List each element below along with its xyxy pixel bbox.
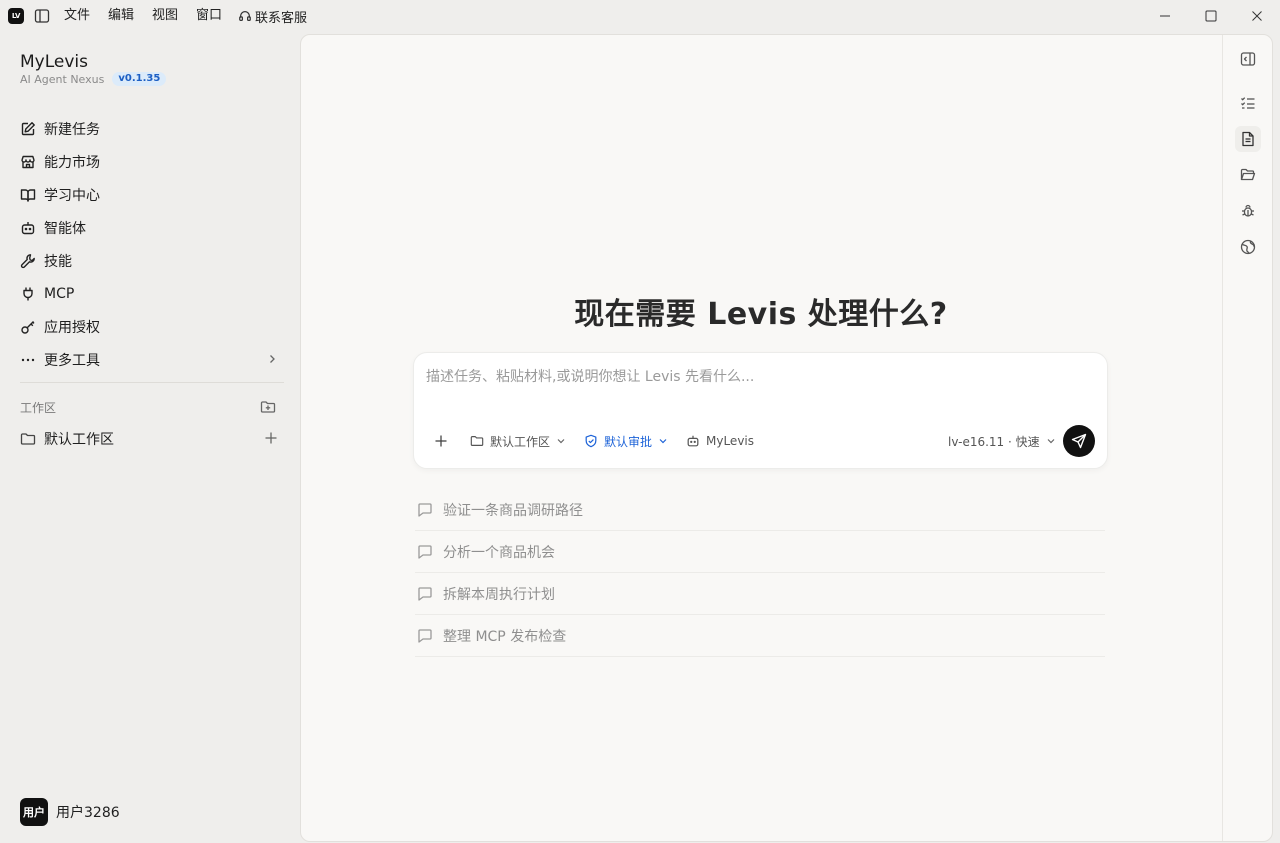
chat-bubble-icon — [417, 586, 433, 602]
menu-view[interactable]: 视图 — [152, 7, 178, 25]
document-icon[interactable] — [1235, 126, 1261, 152]
send-icon — [1071, 433, 1087, 449]
composer-controls: 默认工作区 默认审批 MyLevis lv-e16.11 · 快速 — [414, 429, 1107, 453]
suggestion-item[interactable]: 分析一个商品机会 — [415, 531, 1105, 573]
sidebar-item-label: 更多工具 — [44, 352, 100, 369]
menu-edit[interactable]: 编辑 — [108, 7, 134, 25]
chevron-right-icon — [266, 353, 278, 365]
agent-select[interactable]: MyLevis — [686, 429, 754, 453]
store-icon — [20, 154, 36, 170]
app-logo: LV — [8, 8, 24, 24]
edit-icon — [20, 121, 36, 137]
suggestion-label: 分析一个商品机会 — [443, 544, 555, 561]
brand-subtitle: AI Agent Nexus — [20, 72, 105, 86]
brand-name: MyLevis — [20, 52, 88, 72]
sidebar-item-mcp[interactable]: MCP — [12, 277, 288, 310]
suggestion-item[interactable]: 整理 MCP 发布检查 — [415, 615, 1105, 657]
more-icon — [20, 352, 36, 368]
version-badge: v0.1.35 — [112, 72, 167, 86]
sidebar-item-label: 新建任务 — [44, 121, 100, 138]
suggestion-label: 验证一条商品调研路径 — [443, 502, 583, 519]
right-rail — [1222, 35, 1272, 841]
chat-bubble-icon — [417, 544, 433, 560]
close-button[interactable] — [1234, 0, 1280, 32]
sidebar-item-label: 学习中心 — [44, 187, 100, 204]
plus-icon[interactable] — [264, 431, 278, 445]
menu-window[interactable]: 窗口 — [196, 7, 222, 25]
bot-icon — [686, 434, 700, 448]
chat-bubble-icon — [417, 502, 433, 518]
shield-check-icon — [584, 434, 598, 448]
sidebar-item-agents[interactable]: 智能体 — [12, 211, 288, 244]
collapse-panel-icon[interactable] — [1235, 46, 1261, 72]
folder-open-icon[interactable] — [1235, 162, 1261, 188]
bot-icon — [20, 220, 36, 236]
avatar: 用户 — [20, 798, 48, 826]
suggestion-label: 拆解本周执行计划 — [443, 586, 555, 603]
brand-subtitle-row: AI Agent Nexus v0.1.35 — [20, 72, 167, 86]
sidebar-divider — [20, 382, 284, 383]
suggestion-list: 验证一条商品调研路径 分析一个商品机会 拆解本周执行计划 整理 MCP 发布检查 — [415, 489, 1105, 657]
suggestion-item[interactable]: 拆解本周执行计划 — [415, 573, 1105, 615]
task-input[interactable] — [426, 365, 1086, 389]
sidebar-nav: 新建任务 能力市场 学习中心 智能体 技能 MCP 应用授权 更多工具 — [12, 112, 288, 376]
workspace-section-header: 工作区 — [20, 398, 280, 416]
workspace-item-label: 默认工作区 — [44, 432, 114, 448]
checklist-icon[interactable] — [1235, 90, 1261, 116]
sidebar-item-label: MCP — [44, 285, 75, 302]
composer: 默认工作区 默认审批 MyLevis — [413, 352, 1108, 469]
sidebar-item-label: 能力市场 — [44, 154, 100, 171]
menu-support[interactable]: 联系客服 — [238, 7, 308, 26]
title-bar: LV 文件 编辑 视图 窗口 联系客服 — [0, 0, 1280, 32]
sidebar-item-skills[interactable]: 技能 — [12, 244, 288, 277]
workspace-item-default[interactable]: 默认工作区 — [20, 430, 284, 448]
sidebar-item-label: 应用授权 — [44, 319, 100, 336]
menu-file[interactable]: 文件 — [64, 7, 90, 25]
add-attachment-button[interactable] — [434, 429, 448, 453]
sidebar-item-more-tools[interactable]: 更多工具 — [12, 343, 288, 376]
send-button[interactable] — [1063, 425, 1095, 457]
maximize-button[interactable] — [1188, 0, 1234, 32]
sidebar-item-label: 技能 — [44, 253, 72, 270]
main-panel: 现在需要 Levis 处理什么? 默认工作区 — [300, 34, 1273, 842]
sidebar-item-new-task[interactable]: 新建任务 — [12, 112, 288, 145]
chat-bubble-icon — [417, 628, 433, 644]
agent-select-label: MyLevis — [706, 434, 754, 448]
plus-icon — [434, 434, 448, 448]
chevron-down-icon — [556, 436, 566, 446]
add-folder-icon[interactable] — [260, 399, 276, 415]
globe-icon[interactable] — [1235, 234, 1261, 260]
workspace-select[interactable]: 默认工作区 — [470, 429, 566, 453]
chevron-down-icon — [658, 436, 668, 446]
minimize-button[interactable] — [1142, 0, 1188, 32]
model-select-label: lv-e16.11 · 快速 — [948, 434, 1040, 449]
support-label: 联系客服 — [255, 10, 308, 26]
suggestion-label: 整理 MCP 发布检查 — [443, 628, 567, 645]
sidebar-item-label: 智能体 — [44, 220, 86, 237]
sidebar: MyLevis AI Agent Nexus v0.1.35 新建任务 能力市场… — [0, 32, 300, 843]
approval-select[interactable]: 默认审批 — [584, 429, 668, 453]
sidebar-toggle-icon[interactable] — [34, 8, 50, 24]
headset-icon — [238, 9, 252, 23]
model-select[interactable]: lv-e16.11 · 快速 — [948, 429, 1056, 453]
folder-icon — [470, 434, 484, 448]
plug-icon — [20, 286, 36, 302]
workspace-select-label: 默认工作区 — [490, 434, 551, 449]
approval-select-label: 默认审批 — [604, 434, 653, 449]
suggestion-item[interactable]: 验证一条商品调研路径 — [415, 489, 1105, 531]
sidebar-item-learning[interactable]: 学习中心 — [12, 178, 288, 211]
sidebar-item-marketplace[interactable]: 能力市场 — [12, 145, 288, 178]
chevron-down-icon — [1046, 436, 1056, 446]
page-title: 现在需要 Levis 处理什么? — [574, 297, 948, 332]
user-name: 用户3286 — [56, 805, 120, 821]
folder-icon — [20, 431, 36, 447]
wrench-icon — [20, 253, 36, 269]
user-profile[interactable]: 用户 用户3286 — [20, 798, 120, 826]
key-icon — [20, 319, 36, 335]
workspace-section-title: 工作区 — [20, 400, 57, 415]
bug-icon[interactable] — [1235, 198, 1261, 224]
book-icon — [20, 187, 36, 203]
sidebar-item-app-auth[interactable]: 应用授权 — [12, 310, 288, 343]
